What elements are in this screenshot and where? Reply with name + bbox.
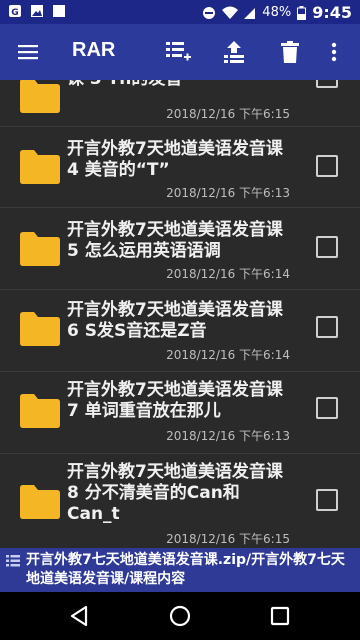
list-item[interactable]: 开言外教7天地道美语发音课 8 分不清美音的Can和Can_t 2018/12/… — [0, 454, 360, 548]
dnd-icon — [203, 6, 216, 19]
square-icon — [53, 5, 65, 17]
delete-button[interactable] — [274, 36, 306, 68]
home-icon[interactable] — [168, 604, 192, 628]
battery-icon — [297, 5, 307, 20]
system-nav-bar — [0, 592, 360, 640]
select-checkbox[interactable] — [316, 489, 338, 511]
signal-icon — [244, 7, 256, 19]
file-name: 开言外教7天地道美语发音课 6 S发S音还是Z音 — [67, 300, 283, 341]
select-checkbox[interactable] — [316, 236, 338, 258]
select-checkbox[interactable] — [316, 316, 338, 338]
notification-icon: G — [9, 5, 21, 18]
back-icon[interactable] — [68, 604, 92, 628]
add-archive-icon — [166, 42, 191, 61]
select-checkbox[interactable] — [316, 155, 338, 177]
path-bar: 开言外教7七天地道美语发音课.zip/开言外教7七天地道美语发音课/课程内容 — [0, 548, 360, 592]
archive-path[interactable]: 开言外教7七天地道美语发音课.zip/开言外教7七天地道美语发音课/课程内容 — [26, 551, 356, 589]
hamburger-icon — [18, 45, 38, 60]
extract-icon — [224, 41, 244, 63]
list-item[interactable]: 开言外教7天地道美语发音课 7 单词重音放在那儿 2018/12/16 下午6:… — [0, 372, 360, 454]
select-checkbox[interactable] — [316, 80, 338, 88]
list-item[interactable]: 开言外教7天地道美语发音课 4 美音的“T” 2018/12/16 下午6:13 — [0, 126, 360, 208]
status-time: 9:45 — [312, 3, 352, 22]
file-date: 2018/12/16 下午6:13 — [166, 186, 290, 200]
file-date: 2018/12/16 下午6:15 — [166, 532, 290, 546]
file-date: 2018/12/16 下午6:14 — [166, 267, 290, 281]
more-vert-icon — [331, 42, 337, 62]
file-date: 2018/12/16 下午6:13 — [166, 429, 290, 443]
folder-icon — [20, 232, 60, 266]
file-date: 2018/12/16 下午6:14 — [166, 348, 290, 362]
file-name: 开言外教7天地道美语发音课 7 单词重音放在那儿 — [67, 380, 283, 421]
svg-text:G: G — [11, 8, 18, 18]
list-item[interactable]: 开言外教7天地道美语发音课 5 怎么运用英语语调 2018/12/16 下午6:… — [0, 208, 360, 290]
list-item[interactable]: 开言外教7天地道美语发音课 6 S发S音还是Z音 2018/12/16 下午6:… — [0, 290, 360, 372]
more-options-button[interactable] — [322, 36, 346, 68]
add-to-archive-button[interactable] — [162, 36, 194, 68]
file-name: 开言外教7天地道美语发音课 4 美音的“T” — [67, 139, 283, 180]
wifi-icon — [222, 6, 239, 19]
file-date: 2018/12/16 下午6:15 — [166, 107, 290, 121]
image-icon — [31, 5, 43, 17]
battery-percent: 48% — [262, 5, 292, 20]
status-bar: G 48% 9:45 — [0, 0, 360, 24]
menu-button[interactable] — [12, 36, 44, 68]
trash-icon — [281, 41, 299, 63]
extract-button[interactable] — [218, 36, 250, 68]
folder-icon — [20, 394, 60, 428]
recents-icon[interactable] — [268, 604, 292, 628]
folder-icon — [20, 150, 60, 184]
file-name: 开言外教7天地道美语发音课 8 分不清美音的Can和Can_t — [67, 462, 283, 524]
app-bar: RAR — [0, 24, 360, 80]
folder-icon — [20, 312, 60, 346]
archive-path-icon — [6, 555, 20, 567]
file-name: 课 3 Th的发音 — [67, 80, 287, 90]
file-list: 课 3 Th的发音 2018/12/16 下午6:15 开言外教7天地道美语发音… — [0, 80, 360, 548]
folder-icon — [20, 80, 60, 113]
select-checkbox[interactable] — [316, 397, 338, 419]
folder-icon — [20, 485, 60, 519]
app-title: RAR — [72, 39, 116, 61]
file-name: 开言外教7天地道美语发音课 5 怎么运用英语语调 — [67, 220, 283, 261]
list-item[interactable]: 课 3 Th的发音 2018/12/16 下午6:15 — [0, 80, 360, 127]
